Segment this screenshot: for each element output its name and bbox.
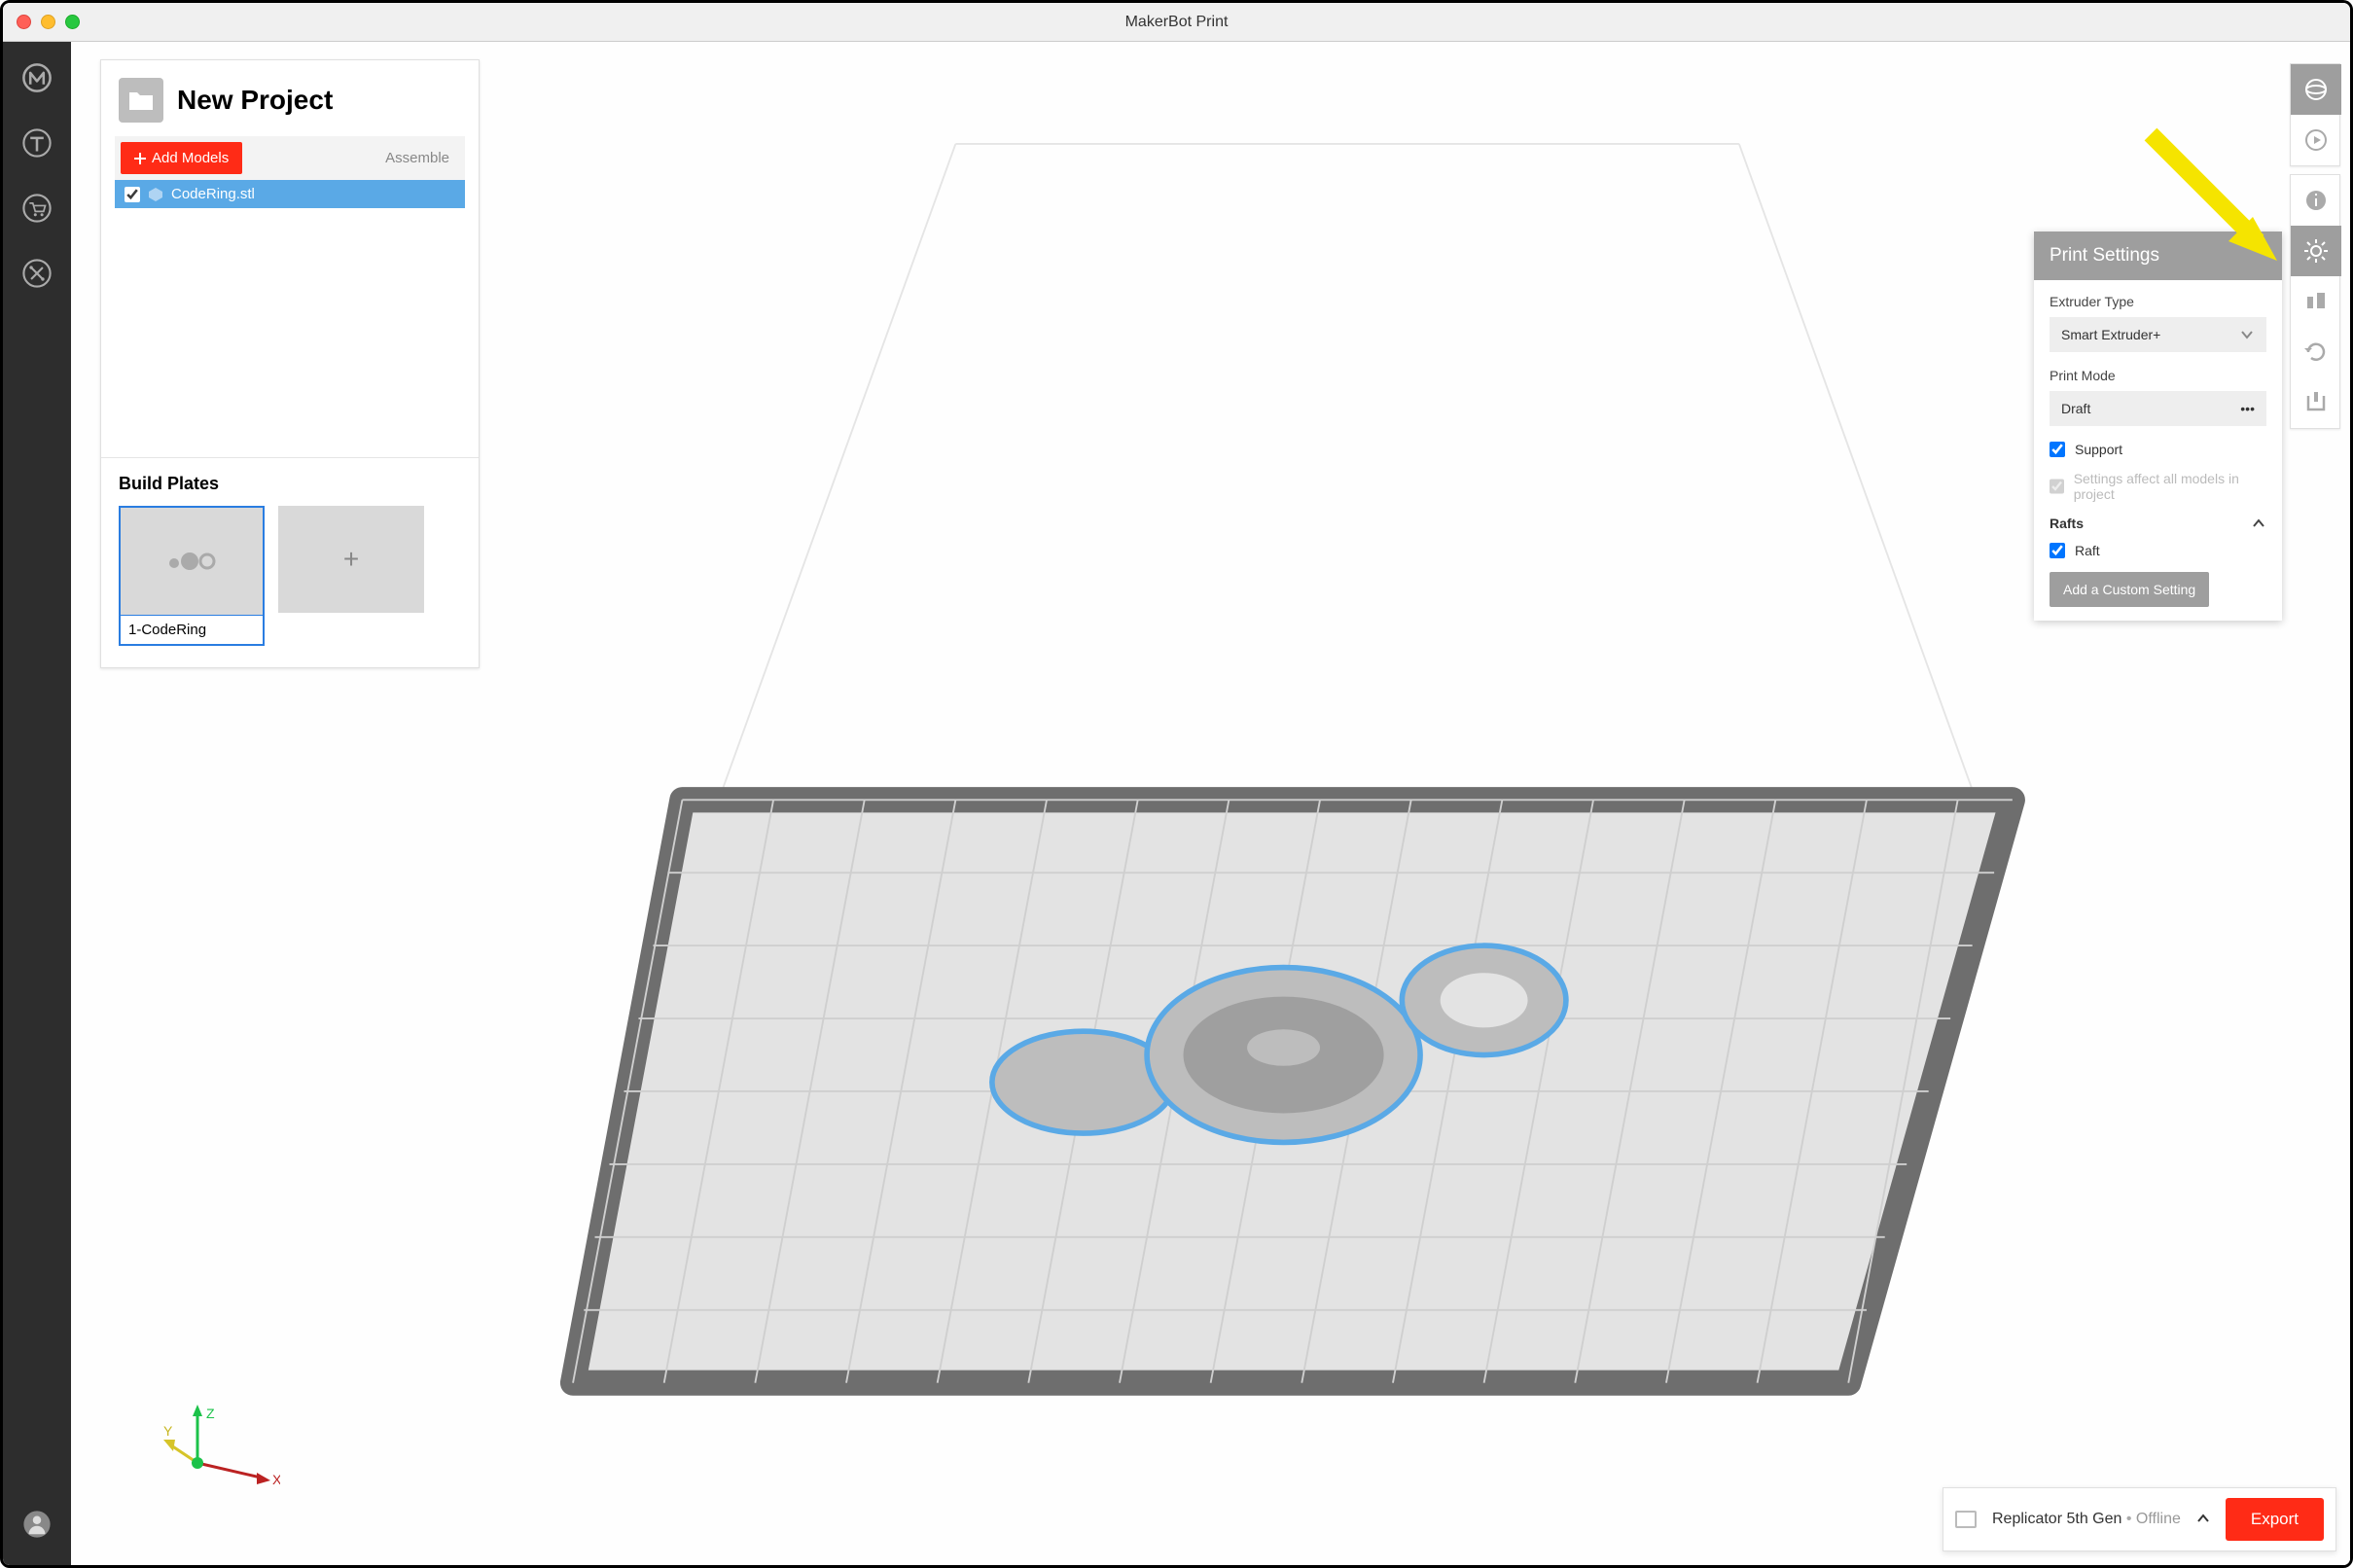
build-plates-list: 1-CodeRing + — [101, 506, 479, 667]
rafts-label: Rafts — [2050, 516, 2084, 531]
titlebar: MakerBot Print — [3, 3, 2350, 42]
raft-checkbox[interactable] — [2050, 543, 2065, 558]
model-icon — [148, 187, 163, 202]
print-mode-value: Draft — [2061, 401, 2090, 416]
axis-y-label: Y — [163, 1423, 173, 1439]
build-plates-heading: Build Plates — [119, 474, 479, 494]
printer-name: Replicator 5th Gen — [1992, 1511, 2121, 1527]
print-mode-label: Print Mode — [2050, 368, 2266, 383]
reload-button[interactable] — [2291, 327, 2341, 377]
project-panel: New Project Add Models Assemble CodeRing… — [100, 59, 480, 668]
thingiverse-icon[interactable] — [20, 126, 53, 164]
arrange-icon — [2303, 289, 2329, 314]
sphere-icon — [2303, 77, 2329, 102]
build-plate-label: 1-CodeRing — [121, 615, 263, 644]
raft-checkbox-row[interactable]: Raft — [2050, 543, 2266, 558]
axis-gizmo: Z X Y — [163, 1405, 280, 1497]
info-button[interactable] — [2291, 175, 2341, 226]
affect-all-label: Settings affect all models in project — [2074, 471, 2266, 502]
more-icon: ••• — [2240, 401, 2255, 416]
extruder-type-label: Extruder Type — [2050, 294, 2266, 309]
axis-x-label: X — [272, 1472, 280, 1487]
printer-menu-toggle[interactable] — [2196, 1512, 2210, 1528]
clock-play-icon — [2303, 127, 2329, 153]
affect-all-checkbox — [2050, 479, 2064, 494]
makerbot-logo-icon[interactable] — [20, 61, 53, 99]
chevron-up-icon — [2251, 516, 2266, 531]
raft-label: Raft — [2075, 543, 2100, 558]
refresh-icon — [2303, 339, 2329, 365]
printer-export-bar: Replicator 5th Gen • Offline Export — [1943, 1487, 2336, 1551]
arrange-button[interactable] — [2291, 276, 2341, 327]
project-title: New Project — [177, 85, 333, 116]
support-checkbox[interactable] — [2050, 442, 2065, 457]
build-plate-item[interactable]: 1-CodeRing — [119, 506, 265, 646]
time-estimate-button[interactable] — [2291, 115, 2341, 165]
print-settings-title: Print Settings — [2034, 232, 2282, 280]
add-build-plate-button[interactable]: + — [278, 506, 424, 646]
gear-icon — [2303, 238, 2329, 264]
printer-info[interactable]: Replicator 5th Gen • Offline — [1992, 1511, 2181, 1528]
right-toolbar — [2290, 63, 2340, 429]
models-toolbar: Add Models Assemble — [115, 136, 465, 180]
model-list-item[interactable]: CodeRing.stl — [115, 180, 465, 208]
add-custom-setting-button[interactable]: Add a Custom Setting — [2050, 572, 2209, 607]
model-checkbox[interactable] — [125, 187, 140, 202]
3d-viewport[interactable]: New Project Add Models Assemble CodeRing… — [71, 42, 2350, 1565]
printer-status: Offline — [2136, 1511, 2181, 1527]
print-settings-panel: Print Settings Extruder Type Smart Extru… — [2034, 232, 2282, 621]
assemble-link[interactable]: Assemble — [385, 150, 449, 166]
window-title: MakerBot Print — [3, 14, 2350, 31]
printer-icon — [1955, 1511, 1977, 1528]
info-icon — [2303, 188, 2329, 213]
place-button[interactable] — [2291, 377, 2341, 428]
tools-icon[interactable] — [20, 257, 53, 295]
axis-z-label: Z — [206, 1406, 215, 1421]
view-sphere-button[interactable] — [2291, 64, 2341, 115]
bracket-icon — [2303, 390, 2329, 415]
left-nav — [3, 42, 71, 1565]
plus-icon — [134, 153, 146, 164]
support-label: Support — [2075, 442, 2122, 457]
export-button[interactable]: Export — [2226, 1498, 2324, 1541]
print-settings-button[interactable] — [2291, 226, 2341, 276]
plus-icon: + — [278, 506, 424, 613]
affect-all-checkbox-row: Settings affect all models in project — [2050, 471, 2266, 502]
add-models-label: Add Models — [152, 150, 229, 166]
extruder-type-select[interactable]: Smart Extruder+ — [2050, 317, 2266, 352]
cart-icon[interactable] — [20, 192, 53, 230]
support-checkbox-row[interactable]: Support — [2050, 442, 2266, 457]
chevron-up-icon — [2196, 1512, 2210, 1525]
build-plate-thumbnail — [121, 508, 263, 615]
chevron-down-icon — [2239, 327, 2255, 342]
rafts-section-header[interactable]: Rafts — [2050, 516, 2266, 531]
app-body: New Project Add Models Assemble CodeRing… — [3, 42, 2350, 1565]
add-models-button[interactable]: Add Models — [121, 142, 242, 174]
app-window: MakerBot Print — [0, 0, 2353, 1568]
user-avatar-icon[interactable] — [20, 1508, 53, 1546]
print-mode-select[interactable]: Draft ••• — [2050, 391, 2266, 426]
model-name: CodeRing.stl — [171, 186, 255, 202]
folder-icon — [119, 78, 163, 123]
extruder-type-value: Smart Extruder+ — [2061, 327, 2160, 342]
